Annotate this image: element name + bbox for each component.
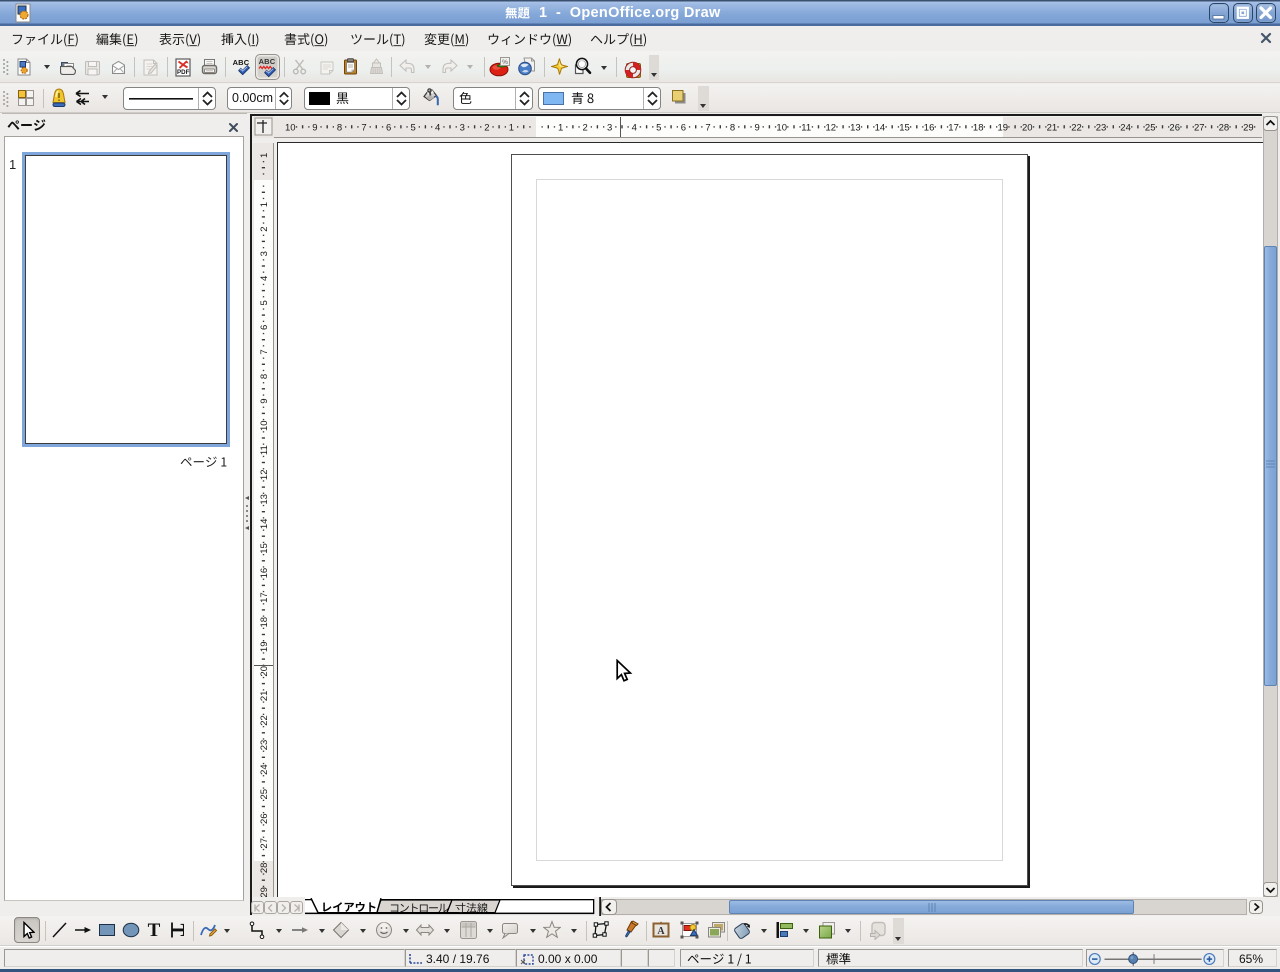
svg-text:8: 8: [337, 123, 342, 134]
svg-text:28: 28: [1219, 123, 1230, 134]
svg-text:2: 2: [582, 123, 587, 134]
svg-text:5: 5: [259, 300, 270, 305]
svg-text:8: 8: [259, 374, 270, 379]
svg-text:1: 1: [558, 123, 563, 134]
svg-text:29: 29: [259, 887, 270, 897]
svg-text:13: 13: [850, 123, 861, 134]
svg-text:22: 22: [259, 715, 270, 726]
svg-text:9: 9: [259, 398, 270, 403]
svg-text:2: 2: [259, 226, 270, 231]
svg-text:1: 1: [259, 153, 270, 158]
svg-text:14: 14: [875, 123, 886, 134]
svg-text:28: 28: [259, 863, 270, 874]
svg-text:21: 21: [1047, 123, 1058, 134]
svg-text:19: 19: [259, 642, 270, 653]
svg-text:19: 19: [998, 123, 1009, 134]
svg-text:5: 5: [656, 123, 661, 134]
svg-text:6: 6: [681, 123, 686, 134]
svg-text:A: A: [657, 926, 665, 937]
svg-text:5: 5: [411, 123, 416, 134]
svg-text:%: %: [502, 59, 508, 66]
svg-text:10: 10: [259, 420, 270, 431]
svg-text:18: 18: [973, 123, 984, 134]
svg-text:17: 17: [259, 592, 270, 603]
svg-text:26: 26: [259, 813, 270, 824]
svg-text:10: 10: [285, 123, 296, 134]
svg-text:26: 26: [1169, 123, 1180, 134]
svg-text:3: 3: [259, 251, 270, 256]
svg-text:T: T: [148, 920, 161, 940]
svg-text:3: 3: [460, 123, 465, 134]
svg-text:20: 20: [259, 666, 270, 677]
svg-text:7: 7: [361, 123, 366, 134]
svg-text:2: 2: [484, 123, 489, 134]
svg-text:1: 1: [509, 123, 514, 134]
svg-text:1: 1: [259, 202, 270, 207]
svg-text:25: 25: [1145, 123, 1156, 134]
svg-text:24: 24: [1120, 123, 1131, 134]
svg-text:7: 7: [705, 123, 710, 134]
svg-text:4: 4: [259, 276, 270, 281]
svg-text:7: 7: [259, 349, 270, 354]
svg-text:29: 29: [1243, 123, 1254, 134]
svg-text:22: 22: [1071, 123, 1082, 134]
svg-text:23: 23: [1096, 123, 1107, 134]
svg-text:8: 8: [730, 123, 735, 134]
svg-text:PDF: PDF: [177, 69, 190, 76]
svg-text:13: 13: [259, 494, 270, 505]
svg-text:16: 16: [924, 123, 935, 134]
svg-text:17: 17: [948, 123, 959, 134]
svg-text:23: 23: [259, 740, 270, 751]
svg-text:24: 24: [259, 764, 270, 775]
svg-text:21: 21: [259, 691, 270, 702]
svg-text:12: 12: [259, 470, 270, 481]
svg-text:6: 6: [386, 123, 391, 134]
svg-text:15: 15: [899, 123, 910, 134]
svg-text:10: 10: [776, 123, 787, 134]
svg-text:9: 9: [312, 123, 317, 134]
svg-text:15: 15: [259, 543, 270, 554]
svg-text:11: 11: [801, 123, 811, 134]
svg-text:4: 4: [632, 123, 637, 134]
svg-text:ABC: ABC: [259, 57, 276, 66]
svg-text:20: 20: [1022, 123, 1033, 134]
svg-text:27: 27: [1194, 123, 1205, 134]
svg-text:3: 3: [607, 123, 612, 134]
svg-text:18: 18: [259, 617, 270, 628]
svg-text:14: 14: [259, 519, 270, 530]
svg-text:4: 4: [435, 123, 440, 134]
svg-text:27: 27: [259, 838, 270, 849]
svg-text:16: 16: [259, 568, 270, 579]
svg-text:9: 9: [754, 123, 759, 134]
svg-text:6: 6: [259, 325, 270, 330]
svg-text:11: 11: [259, 445, 270, 455]
svg-text:12: 12: [826, 123, 837, 134]
svg-text:25: 25: [259, 789, 270, 800]
